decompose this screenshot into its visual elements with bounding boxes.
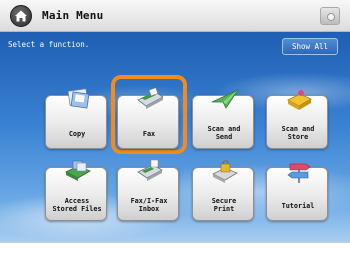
tile-label-line2: Store [287, 133, 309, 141]
paper-plane-icon [211, 89, 240, 109]
lock-printer-icon [212, 160, 238, 183]
fax-icon [137, 88, 164, 109]
page-title: Main Menu [42, 9, 104, 22]
tile-label-line2: Inbox [138, 205, 160, 213]
status-indicator-icon[interactable] [320, 7, 340, 25]
tile-label-line1: Fax/I-Fax [130, 197, 168, 205]
main-menu-screen: Main Menu Select a function. Show All Co… [0, 0, 350, 262]
scan-and-send-button[interactable]: Scan and Send [192, 89, 254, 149]
tile-label-line2: Print [213, 205, 235, 213]
signpost-icon [287, 161, 311, 183]
tile-label-line1: Scan and [207, 125, 241, 133]
tile-label-line2: Stored Files [52, 205, 102, 213]
secure-print-button[interactable]: Secure Print [192, 160, 254, 221]
tile-label-line2: Send [215, 133, 233, 141]
show-all-button[interactable]: Show All [282, 38, 338, 55]
tile-label: Fax [142, 130, 156, 138]
tile-label-line1: Access [64, 197, 90, 205]
scan-store-icon [287, 90, 312, 110]
tile-label: Tutorial [281, 202, 315, 210]
tile-label: Copy [68, 130, 86, 138]
access-stored-files-button[interactable]: Access Stored Files [45, 160, 107, 221]
scan-and-store-button[interactable]: Scan and Store [266, 90, 328, 149]
tile-label-line1: Scan and [281, 125, 315, 133]
footer-bar [0, 242, 350, 262]
title-bar: Main Menu [0, 0, 350, 32]
fax-inbox-icon [137, 160, 163, 181]
tutorial-button[interactable]: Tutorial [266, 161, 328, 221]
fax-i-fax-inbox-button[interactable]: Fax/I-Fax Inbox [117, 160, 179, 221]
copier-icon [67, 88, 90, 109]
stored-files-icon [65, 160, 91, 181]
home-icon[interactable] [10, 5, 32, 27]
copy-button[interactable]: Copy [45, 88, 107, 149]
instruction-text: Select a function. [8, 40, 90, 49]
tile-label-line1: Secure [211, 197, 237, 205]
fax-button[interactable]: Fax [117, 88, 179, 149]
